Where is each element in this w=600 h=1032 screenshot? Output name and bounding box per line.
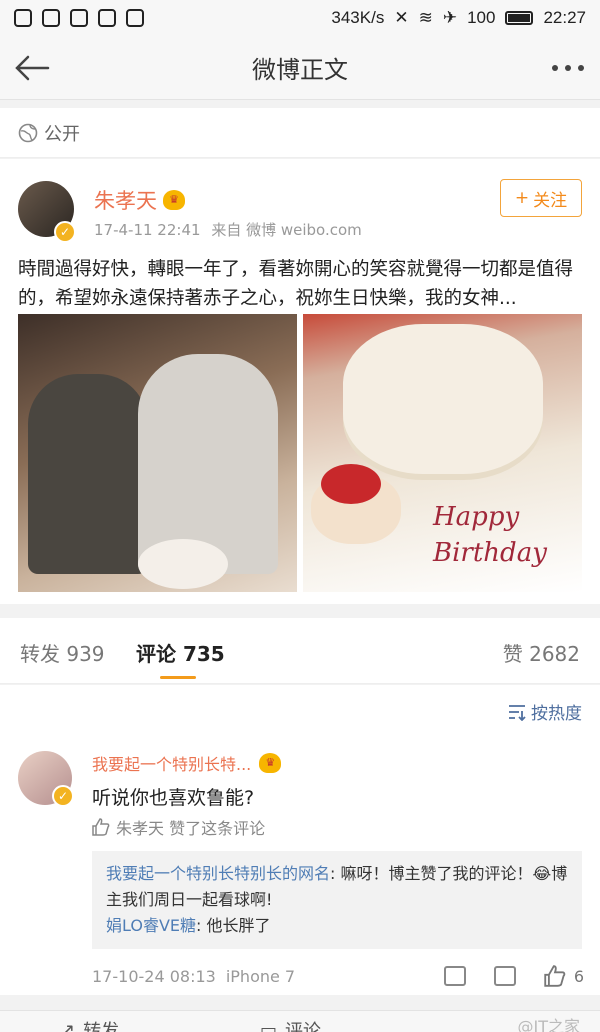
privacy-row: 公开 (0, 108, 600, 158)
arrow-left-icon (15, 55, 50, 80)
verified-badge-icon: ✓ (54, 221, 76, 243)
plus-icon: + (514, 188, 530, 208)
photo-person-figure (28, 374, 148, 574)
thumbs-up-icon (92, 818, 110, 836)
vip-crown-icon: ♛ (163, 190, 185, 210)
tab-repost-label: 转发 (20, 642, 60, 666)
follow-button[interactable]: + 关注 (500, 179, 582, 217)
battery-level: 100 (467, 8, 496, 27)
airplane-icon: ✈ (442, 8, 458, 27)
follow-label: 关注 (533, 190, 568, 211)
author-name[interactable]: 朱孝天 (94, 185, 157, 215)
photo-caption-line: Birthday (433, 538, 547, 568)
status-notification-icons (14, 9, 144, 27)
ellipsis-icon (552, 64, 584, 71)
bottom-comment-label: 评论 (285, 1021, 322, 1032)
comment-icon: ▭ (260, 1019, 278, 1032)
tab-comment-count: 735 (182, 642, 225, 666)
photo-caption-line: Happy (433, 502, 520, 532)
photo-cake (343, 324, 543, 474)
post-photo-1[interactable] (18, 314, 297, 592)
share-icon[interactable] (443, 966, 466, 986)
nav-bar: 微博正文 (0, 36, 600, 100)
comment-time: 17-10-24 08:13 (92, 966, 216, 986)
qq-icon (42, 9, 60, 27)
post-source: 来自 微博 weibo.com (211, 221, 362, 239)
tab-comment-label: 评论 (136, 642, 176, 666)
tab-repost-count: 939 (66, 642, 105, 666)
post-date: 17-4-11 22:41 (94, 221, 201, 239)
active-tab-indicator (160, 676, 196, 679)
photo-cake (138, 539, 228, 589)
status-system: 343K/s ✕ ≋ ✈ 100 22:27 (331, 8, 586, 28)
status-bar: 343K/s ✕ ≋ ✈ 100 22:27 (0, 0, 600, 36)
sort-by-hot-button[interactable]: 按热度 (507, 699, 582, 724)
clock: 22:27 (543, 8, 586, 27)
bottom-repost-label: 转发 (83, 1021, 120, 1032)
more-options-button[interactable] (536, 36, 600, 100)
commenter-name-row: 我要起一个特别长特... ♛ (92, 751, 282, 775)
thumbs-up-icon (544, 965, 566, 987)
globe-icon (18, 123, 38, 142)
tab-like[interactable]: 赞 2682 (503, 638, 580, 667)
comment-actions: 6 (443, 965, 584, 987)
comment-text: 听说你也喜欢鲁能? (92, 787, 255, 809)
back-button[interactable] (0, 36, 64, 100)
reply-icon[interactable] (493, 966, 516, 986)
more-icon (126, 9, 144, 27)
photo-birthday-text: Happy Birthday (433, 499, 547, 571)
reply-text: : 他长胖了 (196, 916, 271, 935)
comment-device: iPhone 7 (225, 966, 296, 986)
tab-repost[interactable]: 转发 939 (20, 638, 105, 667)
author-name-row: 朱孝天 ♛ (94, 185, 185, 215)
message-icon (14, 9, 32, 27)
tab-like-label: 赞 (502, 642, 523, 666)
reply-item: 娟LO睿VE糖: 他长胖了 (106, 913, 568, 939)
commenter-name[interactable]: 我要起一个特别长特... (92, 751, 251, 775)
interaction-tabs: 转发 939 评论 735 赞 2682 (0, 618, 600, 684)
comment-like-count: 6 (573, 966, 584, 986)
photo-strawberries (321, 464, 381, 504)
page-title: 微博正文 (252, 56, 348, 84)
post-card: ✓ 朱孝天 ♛ 17-4-11 22:41 来自 微博 weibo.com + … (0, 159, 600, 604)
tab-comment[interactable]: 评论 735 (136, 638, 225, 667)
heart-icon (98, 9, 116, 27)
wifi-icon: ≋ (418, 8, 433, 27)
sort-label: 按热度 (531, 704, 582, 724)
vip-crown-icon: ♛ (259, 753, 282, 773)
privacy-label: 公开 (44, 123, 80, 145)
network-speed: 343K/s (331, 8, 385, 27)
bottom-comment-button[interactable]: ▭ 评论 (260, 1017, 321, 1032)
image-icon (70, 9, 88, 27)
bottom-repost-button[interactable]: ↗ 转发 (60, 1017, 119, 1032)
verified-badge-icon: ✓ (52, 785, 74, 807)
sort-icon (509, 704, 526, 721)
comment-footer: 17-10-24 08:13 iPhone 7 6 (92, 965, 584, 987)
author-liked-row: 朱孝天 赞了这条评论 (92, 815, 265, 839)
tab-like-count: 2682 (529, 642, 580, 666)
reply-box[interactable]: 我要起一个特别长特别长的网名: 嘛呀！博主赞了我的评论！😂博主我们周日一起看球啊… (92, 851, 582, 949)
mute-icon: ✕ (394, 8, 409, 27)
reply-item: 我要起一个特别长特别长的网名: 嘛呀！博主赞了我的评论！😂博主我们周日一起看球啊… (106, 861, 568, 913)
post-meta: 17-4-11 22:41 来自 微博 weibo.com (94, 219, 368, 240)
battery-icon (505, 11, 534, 25)
reply-user[interactable]: 我要起一个特别长特别长的网名 (106, 864, 330, 883)
comment-list: 按热度 ✓ 我要起一个特别长特... ♛ 听说你也喜欢鲁能? 朱孝天 赞了这条评… (0, 685, 600, 995)
comment-like-button[interactable]: 6 (544, 965, 584, 987)
reply-user[interactable]: 娟LO睿VE糖 (106, 916, 196, 935)
post-photo-2[interactable]: Happy Birthday (303, 314, 582, 592)
photo-person-figure (138, 354, 278, 574)
post-text: 時間過得好快，轉眼一年了，看著妳開心的笑容就覺得一切都是值得的，希望妳永遠保持著… (18, 259, 574, 309)
liked-by-text: 朱孝天 赞了这条评论 (116, 819, 266, 838)
watermark: @IT之家 (517, 1017, 581, 1032)
bottom-action-bar: ↗ 转发 ▭ 评论 @IT之家 (0, 1010, 600, 1032)
repost-icon: ↗ (60, 1019, 76, 1032)
